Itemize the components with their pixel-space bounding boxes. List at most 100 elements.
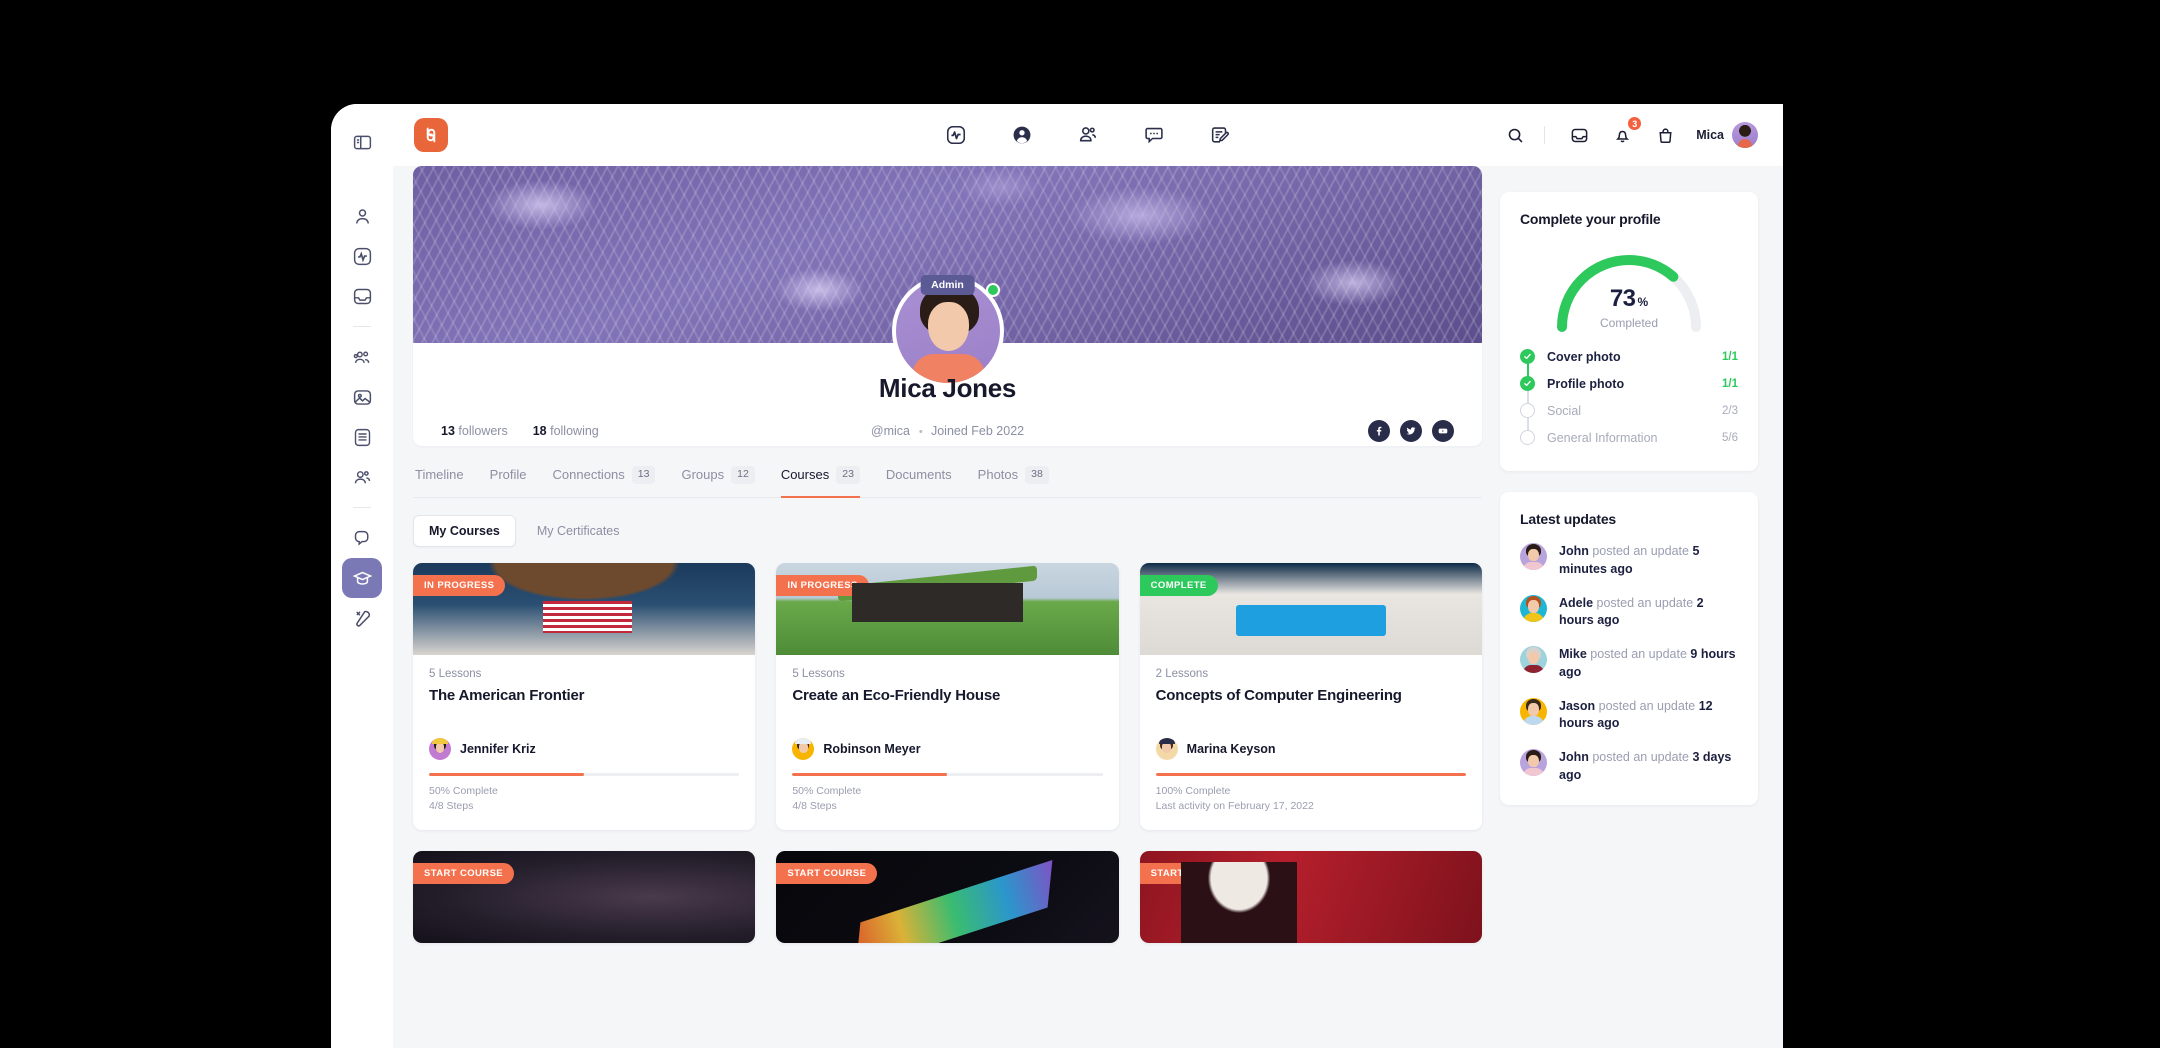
- gauge-text: 73% Completed: [1546, 285, 1712, 330]
- following-stat[interactable]: 18 following: [533, 424, 599, 438]
- top-header: 3 Mica: [393, 104, 1783, 166]
- followers-stat[interactable]: 13 followers: [441, 424, 508, 438]
- app-column: 3 Mica Admin Mica Jones 13 followers 18 …: [393, 104, 1783, 1048]
- bell-badge: 3: [1627, 116, 1643, 131]
- header-user-avatar[interactable]: [1732, 122, 1758, 148]
- nav-members-icon[interactable]: [1070, 117, 1106, 153]
- update-user[interactable]: Mike: [1559, 647, 1587, 661]
- shopping-bag-icon[interactable]: [1648, 118, 1682, 152]
- course-status-badge: IN PROGRESS: [413, 574, 506, 596]
- tab-count-badge: 38: [1025, 466, 1049, 484]
- tab-photos[interactable]: Photos 38: [978, 466, 1049, 498]
- update-list-item[interactable]: John posted an update 5 minutes ago: [1520, 543, 1738, 579]
- course-card[interactable]: START COURSE: [1139, 851, 1482, 944]
- tab-connections[interactable]: Connections 13: [553, 466, 656, 498]
- tab-courses[interactable]: Courses 23: [780, 466, 860, 498]
- rail-item-inbox[interactable]: [342, 276, 382, 316]
- tab-label: Courses: [780, 467, 830, 483]
- rail-item-photos[interactable]: [342, 377, 382, 417]
- updates-list: John posted an update 5 minutes ago Adele…: [1520, 543, 1738, 785]
- course-title[interactable]: Concepts of Computer Engineering: [1156, 686, 1466, 725]
- page-title: Mica Jones: [878, 373, 1017, 403]
- update-user[interactable]: John: [1559, 750, 1589, 764]
- complete-profile-title: Complete your profile: [1520, 211, 1661, 227]
- tab-groups[interactable]: Groups 12: [681, 466, 755, 498]
- course-status-badge: IN PROGRESS: [776, 574, 869, 596]
- twitter-icon[interactable]: [1400, 420, 1422, 442]
- update-avatar: [1520, 749, 1547, 776]
- tab-profile[interactable]: Profile: [490, 467, 527, 496]
- cover-photo[interactable]: Admin: [413, 166, 1482, 387]
- header-actions: 3 Mica: [1489, 116, 1758, 152]
- course-author[interactable]: Jennifer Kriz: [429, 737, 739, 760]
- course-body: 5 Lessons Create an Eco-Friendly House Rob…: [776, 655, 1118, 830]
- checklist-label: General Information: [1547, 430, 1658, 445]
- search-icon[interactable]: [1498, 118, 1532, 152]
- nav-messages-icon[interactable]: [1136, 117, 1172, 153]
- tab-label: Groups: [681, 467, 725, 483]
- right-sidebar: Complete your profile 73% Completed Cove…: [1500, 166, 1758, 1048]
- nav-profile-icon[interactable]: [1004, 117, 1040, 153]
- rail-item-person[interactable]: [342, 196, 382, 236]
- tab-count-badge: 13: [631, 466, 656, 484]
- completion-label: Completed: [1599, 316, 1659, 330]
- bell-icon[interactable]: 3: [1605, 116, 1643, 152]
- tab-timeline[interactable]: Timeline: [415, 467, 464, 496]
- update-list-item[interactable]: Adele posted an update 2 hours ago: [1520, 594, 1738, 631]
- profile-handle: @mica Joined Feb 2022: [871, 424, 1024, 438]
- nav-activity-icon[interactable]: [938, 117, 974, 153]
- rail-item-documents[interactable]: [342, 417, 382, 457]
- rail-item-members[interactable]: [342, 457, 382, 497]
- course-card[interactable]: START COURSE: [413, 851, 756, 944]
- course-card[interactable]: COMPLETE 2 Lessons Concepts of Computer En…: [1139, 562, 1482, 831]
- update-user[interactable]: John: [1559, 544, 1589, 558]
- update-user[interactable]: Jason: [1559, 699, 1595, 713]
- tab-label: Photos: [977, 467, 1019, 483]
- course-subtabs: My Courses My Certificates: [413, 498, 1482, 547]
- nav-forums-icon[interactable]: [1202, 117, 1238, 153]
- subtab-my-courses[interactable]: My Courses: [413, 514, 516, 547]
- checklist-value: 1/1: [1722, 377, 1738, 390]
- separator-dot: [918, 429, 922, 433]
- author-name: Marina Keyson: [1186, 741, 1276, 756]
- check-icon: [1520, 349, 1535, 364]
- checklist-item[interactable]: Cover photo 1/1: [1520, 343, 1738, 379]
- update-list-item[interactable]: Jason posted an update 12 hours ago: [1520, 697, 1738, 734]
- rail-item-activity[interactable]: [342, 236, 382, 276]
- inbox-icon[interactable]: [1562, 118, 1596, 152]
- update-list-item[interactable]: Mike posted an update 9 hours ago: [1520, 646, 1738, 682]
- update-action: posted an update: [1596, 595, 1694, 610]
- facebook-icon[interactable]: [1368, 420, 1390, 442]
- update-list-item[interactable]: John posted an update 3 days ago: [1520, 749, 1738, 785]
- course-author[interactable]: Marina Keyson: [1155, 737, 1466, 760]
- course-title[interactable]: The American Frontier: [429, 686, 739, 725]
- tab-label: Profile: [489, 467, 527, 483]
- courses-grid: IN PROGRESS 5 Lessons The American Frontie…: [413, 547, 1482, 831]
- rail-item-messages[interactable]: [342, 518, 382, 558]
- sidebar-toggle-icon[interactable]: [342, 122, 382, 162]
- course-card[interactable]: IN PROGRESS 5 Lessons The American Frontie…: [413, 562, 756, 831]
- course-lessons: 2 Lessons: [1155, 667, 1209, 680]
- course-thumbnail: IN PROGRESS: [413, 562, 756, 655]
- course-card[interactable]: IN PROGRESS 5 Lessons Create an Eco-Friend…: [776, 562, 1119, 831]
- update-user[interactable]: Adele: [1559, 596, 1593, 610]
- profile-tabs: Timeline Profile Connections 13 Groups 12 Cour…: [413, 448, 1482, 498]
- checklist-item[interactable]: Profile photo 1/1: [1520, 370, 1738, 406]
- progress-steps-text: 4/8 Steps: [429, 799, 474, 812]
- completion-gauge: 73% Completed: [1546, 241, 1712, 333]
- subtab-my-certificates[interactable]: My Certificates: [522, 516, 635, 546]
- course-title[interactable]: Create an Eco-Friendly House: [792, 686, 1102, 725]
- tab-documents[interactable]: Documents: [886, 467, 952, 496]
- rail-item-groups[interactable]: [342, 337, 382, 377]
- header-user-name: Mica: [1696, 128, 1724, 142]
- youtube-icon[interactable]: [1432, 420, 1454, 442]
- buddyboss-logo-icon[interactable]: [414, 118, 448, 152]
- checklist-item[interactable]: General Information 5/6: [1520, 424, 1738, 451]
- course-author[interactable]: Robinson Meyer: [792, 737, 1102, 760]
- checklist-item[interactable]: Social 2/3: [1520, 397, 1738, 433]
- rail-item-tools[interactable]: [342, 598, 382, 638]
- author-avatar: [792, 737, 815, 760]
- rail-item-courses[interactable]: [342, 558, 382, 598]
- author-avatar: [1155, 737, 1178, 760]
- course-card[interactable]: START COURSE: [776, 851, 1119, 944]
